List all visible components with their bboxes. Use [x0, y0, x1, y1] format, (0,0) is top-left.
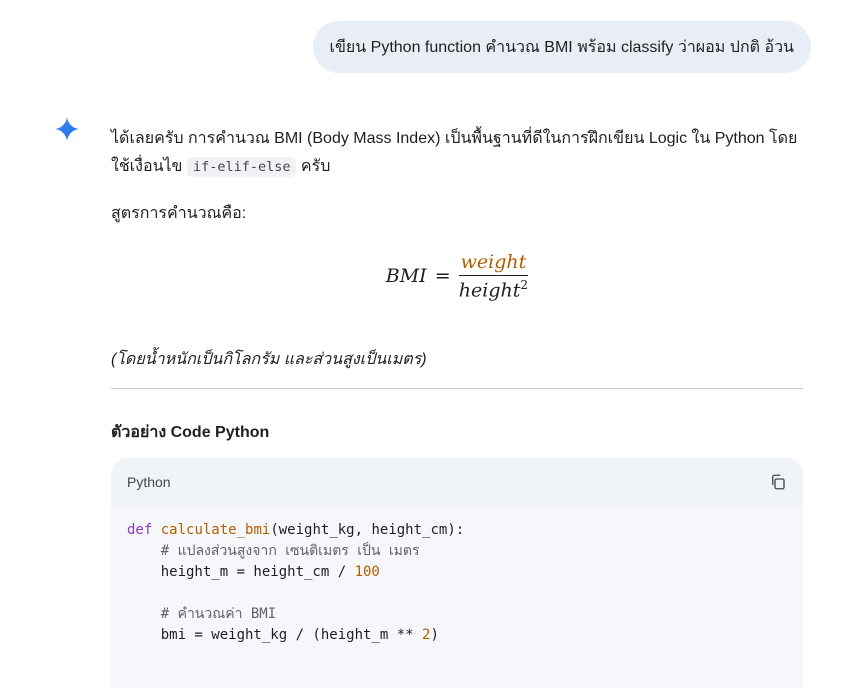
intro-paragraph: ได้เลยครับ การคำนวณ BMI (Body Mass Index…	[111, 125, 803, 181]
code-line: bmi = weight_kg / (height_m **	[127, 627, 423, 643]
code-line-end: )	[430, 627, 439, 643]
copy-icon[interactable]	[769, 473, 787, 491]
code-content: def calculate_bmi(weight_kg, height_cm):…	[111, 506, 803, 688]
code-block: Python def calculate_bmi(weight_kg, heig…	[111, 458, 803, 688]
intro-text-end: ครับ	[296, 158, 331, 175]
code-block-header: Python	[111, 458, 803, 506]
sparkle-icon	[55, 117, 79, 141]
user-message-text: เขียน Python function คำนวณ BMI พร้อม cl…	[329, 38, 795, 56]
bmi-formula: BMI = weight height2	[111, 251, 803, 301]
formula-equals: =	[434, 265, 451, 288]
code-language-label: Python	[127, 474, 171, 490]
code-token-params: (weight_kg, height_cm):	[270, 522, 465, 538]
formula-lhs: BMI	[385, 265, 427, 288]
inline-code: if-elif-else	[186, 157, 297, 177]
units-note: (โดยน้ำหนักเป็นกิโลกรัม และส่วนสูงเป็นเม…	[111, 351, 427, 368]
code-comment: # แปลงส่วนสูงจาก เซนติเมตร เป็น เมตร	[127, 543, 420, 559]
code-token-function: calculate_bmi	[160, 522, 271, 538]
code-comment: # คำนวณค่า BMI	[127, 606, 277, 622]
assistant-response: ได้เลยครับ การคำนวณ BMI (Body Mass Index…	[111, 125, 803, 688]
user-message-bubble: เขียน Python function คำนวณ BMI พร้อม cl…	[312, 21, 811, 73]
formula-denominator: height2	[459, 276, 528, 301]
formula-exponent: 2	[520, 278, 529, 292]
divider	[111, 388, 803, 389]
code-token-number: 100	[354, 564, 380, 580]
formula-fraction: weight height2	[458, 251, 529, 301]
section-heading: ตัวอย่าง Code Python	[111, 424, 270, 441]
code-line: height_m = height_cm /	[127, 564, 355, 580]
formula-intro: สูตรการคำนวณคือ:	[111, 205, 247, 222]
formula-denominator-base: height	[458, 279, 521, 302]
formula-numerator: weight	[458, 251, 529, 276]
code-token-keyword: def	[127, 522, 153, 538]
